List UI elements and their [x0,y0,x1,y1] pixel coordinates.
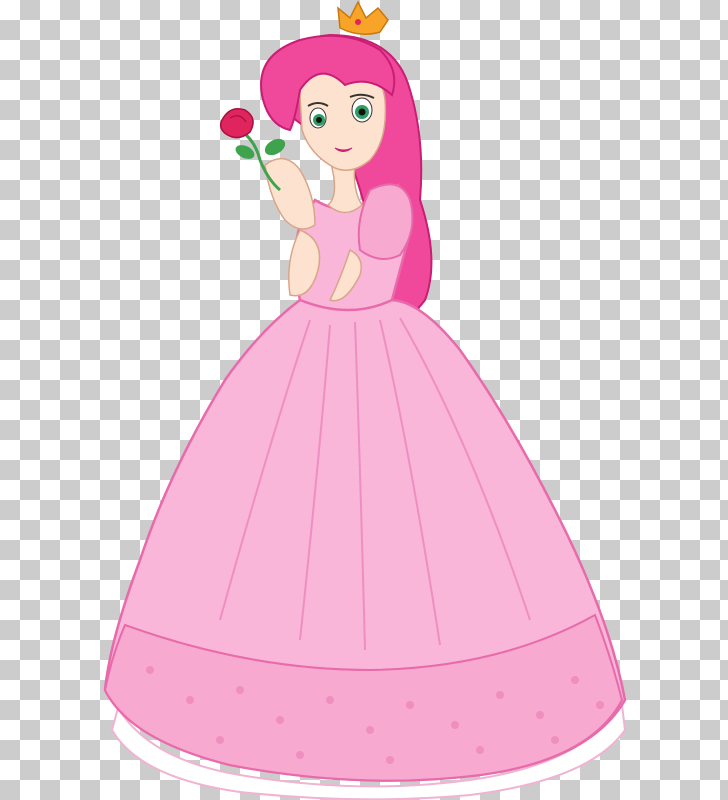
hands [264,157,316,230]
crown-icon [337,0,389,35]
princess-illustration [103,0,627,800]
image-canvas [0,0,728,800]
dress-sleeve [357,183,414,260]
